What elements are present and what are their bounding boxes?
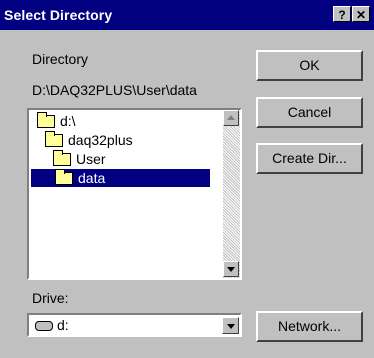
drive-dropdown-button[interactable] <box>222 317 239 334</box>
vertical-scrollbar[interactable] <box>223 110 240 278</box>
folder-open-icon <box>53 150 71 166</box>
folder-open-icon <box>45 131 63 147</box>
directory-tree[interactable]: d:\ daq32plus User data <box>27 108 242 280</box>
window-title: Select Directory <box>4 7 113 23</box>
close-icon: ✕ <box>355 8 367 22</box>
directory-label: Directory <box>32 51 89 67</box>
directory-path: D:\DAQ32PLUS\User\data <box>32 82 197 98</box>
scroll-down-button[interactable] <box>223 261 239 277</box>
chevron-down-icon <box>227 324 235 329</box>
drive-icon <box>35 321 53 331</box>
arrow-down-icon <box>227 267 235 272</box>
drive-select[interactable]: d: <box>27 313 242 337</box>
cancel-button[interactable]: Cancel <box>256 97 363 128</box>
title-bar: Select Directory ? ✕ <box>0 0 374 30</box>
help-button[interactable]: ? <box>333 6 351 22</box>
close-button[interactable]: ✕ <box>352 6 370 22</box>
ok-button[interactable]: OK <box>256 50 363 81</box>
network-button[interactable]: Network... <box>256 311 363 342</box>
scroll-up-button[interactable] <box>223 110 239 126</box>
drive-label: Drive: <box>32 290 69 306</box>
tree-item-data[interactable]: data <box>31 169 210 187</box>
drive-value: d: <box>57 317 69 333</box>
create-dir-button[interactable]: Create Dir... <box>256 143 363 174</box>
folder-open-icon <box>37 112 55 128</box>
arrow-up-icon <box>227 115 235 120</box>
folder-open-icon <box>55 169 73 185</box>
